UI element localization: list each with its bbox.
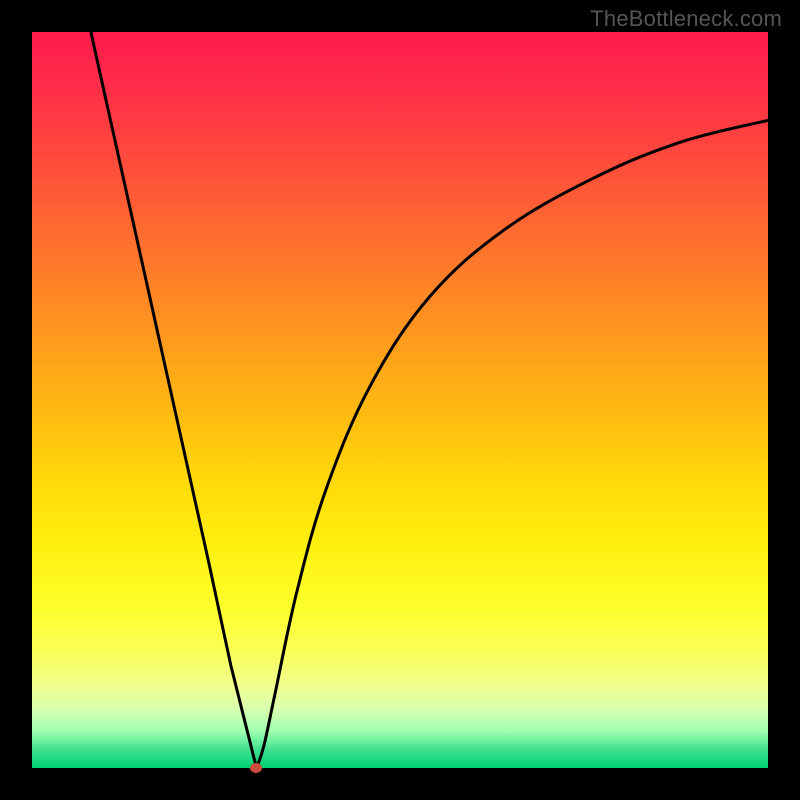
chart-plot-area (32, 32, 768, 768)
watermark-text: TheBottleneck.com (590, 6, 782, 32)
curve-right-branch (256, 120, 768, 768)
curve-left-branch (91, 32, 257, 768)
chart-curve (32, 32, 768, 768)
minimum-marker (250, 763, 262, 773)
